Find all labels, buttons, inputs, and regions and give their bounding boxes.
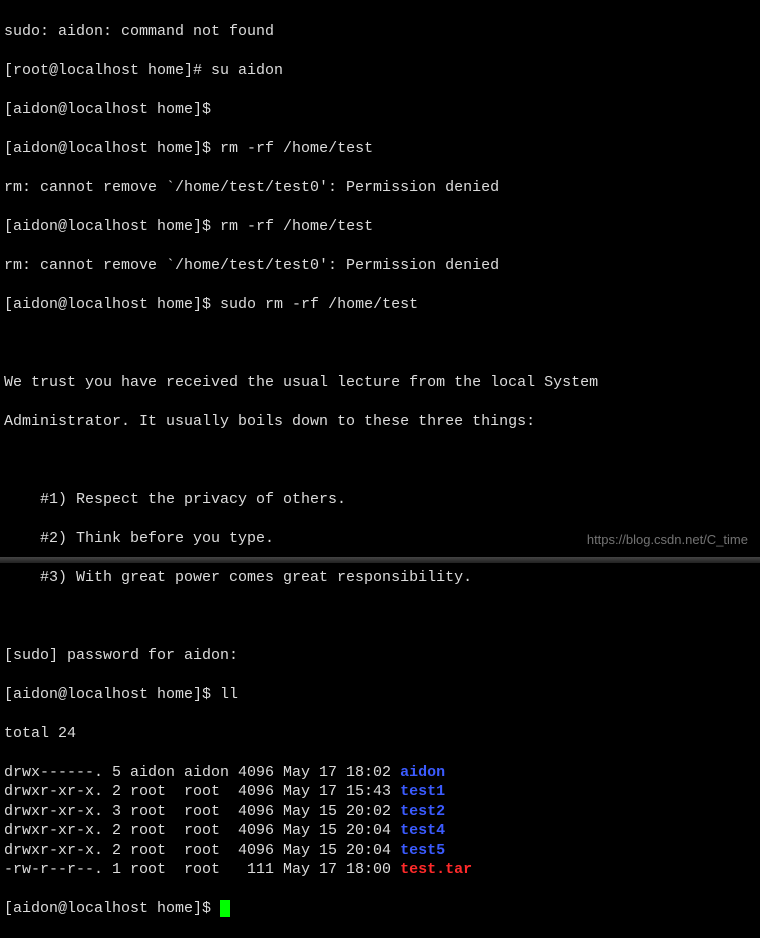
- error-line: rm: cannot remove `/home/test/test0': Pe…: [4, 256, 756, 276]
- prompt: [aidon@localhost home]$: [4, 686, 220, 703]
- blank-line: [4, 334, 756, 354]
- file-permissions: drwxr-xr-x. 2 root root 4096 May 15 20:0…: [4, 822, 400, 839]
- blank-line: [4, 607, 756, 627]
- sudo-lecture: Administrator. It usually boils down to …: [4, 412, 756, 432]
- file-permissions: drwx------. 5 aidon aidon 4096 May 17 18…: [4, 764, 400, 781]
- prompt-line: [aidon@localhost home]$ rm -rf /home/tes…: [4, 139, 756, 159]
- directory-name: test1: [400, 783, 445, 800]
- file-listing-row: drwx------. 5 aidon aidon 4096 May 17 18…: [4, 763, 756, 783]
- prompt-line: [aidon@localhost home]$ sudo rm -rf /hom…: [4, 295, 756, 315]
- file-permissions: drwxr-xr-x. 2 root root 4096 May 15 20:0…: [4, 842, 400, 859]
- file-listing-row: drwxr-xr-x. 2 root root 4096 May 17 15:4…: [4, 782, 756, 802]
- terminal-output[interactable]: sudo: aidon: command not found [root@loc…: [4, 2, 756, 938]
- prompt: [aidon@localhost home]$: [4, 900, 220, 917]
- prompt-line: [aidon@localhost home]$ ll: [4, 685, 756, 705]
- prompt: [aidon@localhost home]$: [4, 296, 220, 313]
- prompt: [root@localhost home]#: [4, 62, 211, 79]
- cursor-block[interactable]: [220, 900, 230, 917]
- prompt-line[interactable]: [aidon@localhost home]$: [4, 899, 756, 919]
- command: rm -rf /home/test: [220, 140, 373, 157]
- command: su aidon: [211, 62, 283, 79]
- command: ll: [220, 686, 238, 703]
- directory-name: test4: [400, 822, 445, 839]
- directory-name: test5: [400, 842, 445, 859]
- sudo-lecture: #1) Respect the privacy of others.: [4, 490, 756, 510]
- file-permissions: -rw-r--r--. 1 root root 111 May 17 18:00: [4, 861, 400, 878]
- directory-name: test2: [400, 803, 445, 820]
- file-name: test.tar: [400, 861, 472, 878]
- file-listing-row: -rw-r--r--. 1 root root 111 May 17 18:00…: [4, 860, 756, 880]
- prompt-line: [aidon@localhost home]$: [4, 100, 756, 120]
- file-listing-row: drwxr-xr-x. 2 root root 4096 May 15 20:0…: [4, 841, 756, 861]
- sudo-lecture: We trust you have received the usual lec…: [4, 373, 756, 393]
- error-line: rm: cannot remove `/home/test/test0': Pe…: [4, 178, 756, 198]
- command: sudo rm -rf /home/test: [220, 296, 418, 313]
- blank-line: [4, 451, 756, 471]
- sudo-lecture: #3) With great power comes great respons…: [4, 568, 756, 588]
- prompt: [aidon@localhost home]$: [4, 218, 220, 235]
- file-listing-row: drwxr-xr-x. 3 root root 4096 May 15 20:0…: [4, 802, 756, 822]
- file-listing: drwx------. 5 aidon aidon 4096 May 17 18…: [4, 763, 756, 880]
- watermark-text: https://blog.csdn.net/C_time: [587, 532, 748, 549]
- file-permissions: drwxr-xr-x. 3 root root 4096 May 15 20:0…: [4, 803, 400, 820]
- output-line: sudo: aidon: command not found: [4, 22, 756, 42]
- command: rm -rf /home/test: [220, 218, 373, 235]
- ls-total: total 24: [4, 724, 756, 744]
- prompt-line: [root@localhost home]# su aidon: [4, 61, 756, 81]
- file-listing-row: drwxr-xr-x. 2 root root 4096 May 15 20:0…: [4, 821, 756, 841]
- file-permissions: drwxr-xr-x. 2 root root 4096 May 17 15:4…: [4, 783, 400, 800]
- prompt: [aidon@localhost home]$: [4, 140, 220, 157]
- window-bottom-bar: [0, 557, 760, 563]
- prompt-line: [aidon@localhost home]$ rm -rf /home/tes…: [4, 217, 756, 237]
- sudo-password-prompt: [sudo] password for aidon:: [4, 646, 756, 666]
- directory-name: aidon: [400, 764, 445, 781]
